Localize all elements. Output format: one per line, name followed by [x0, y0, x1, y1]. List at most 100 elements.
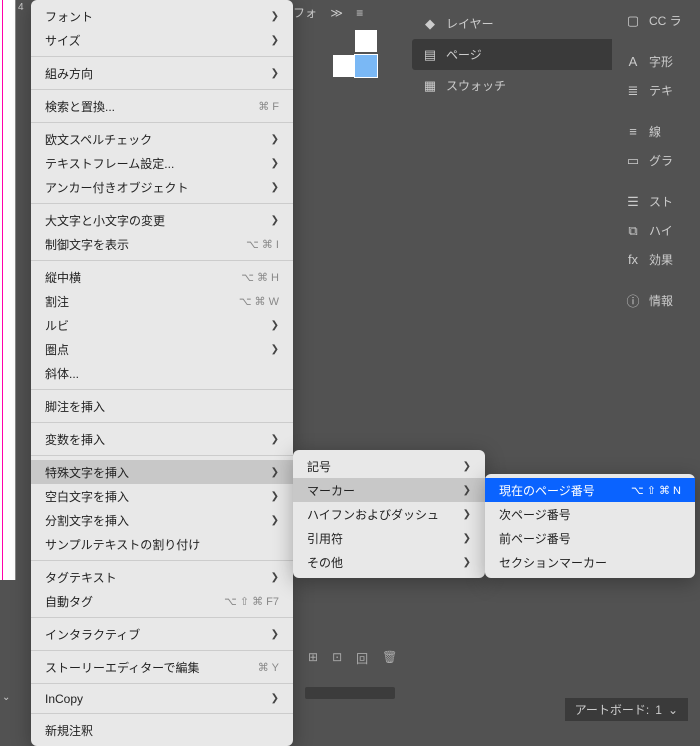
menu-item[interactable]: 空白文字を挿入❯	[31, 484, 293, 508]
chevron-right-icon: ❯	[271, 215, 279, 226]
menu-item[interactable]: 脚注を挿入	[31, 394, 293, 418]
panel-tab[interactable]: ▦ スウォッチ	[412, 70, 612, 101]
panel-label: レイヤー	[446, 15, 494, 32]
menu-item[interactable]: 大文字と小文字の変更❯	[31, 208, 293, 232]
panel-label: スウォッチ	[446, 77, 506, 94]
menu-item[interactable]: 現在のページ番号⌥ ⇧ ⌘ N	[485, 478, 695, 502]
panel-tab[interactable]: ⧉ハイ	[617, 216, 700, 245]
bottom-scrollbar[interactable]	[305, 687, 395, 699]
panel-tab[interactable]: A字形	[617, 47, 700, 76]
menu-item-label: 圏点	[45, 341, 265, 358]
menu-item[interactable]: 検索と置換...⌘ F	[31, 94, 293, 118]
menu-item[interactable]: InCopy ❯	[31, 688, 293, 709]
menu-item[interactable]: インタラクティブ❯	[31, 622, 293, 646]
submenu-markers[interactable]: 現在のページ番号⌥ ⇧ ⌘ N次ページ番号前ページ番号セクションマーカー	[485, 474, 695, 578]
menu-item-label: 記号	[307, 458, 457, 475]
chevron-right-icon: ❯	[271, 515, 279, 526]
menu-shortcut: ⌥ ⇧ ⌘ F7	[224, 595, 279, 608]
dropdown-caret[interactable]: ⌄	[2, 692, 10, 703]
chevron-right-icon: ❯	[271, 572, 279, 583]
menu-item-label: InCopy	[45, 692, 265, 706]
panel-list-left: ◆レイヤー▤ページ ▦ スウォッチ	[412, 8, 612, 101]
menu-item[interactable]: フォント❯	[31, 4, 293, 28]
menu-item[interactable]: 自動タグ⌥ ⇧ ⌘ F7	[31, 589, 293, 613]
menu-item-label: 新規注釈	[45, 722, 279, 739]
panel-tab[interactable]: ◆レイヤー	[412, 8, 612, 39]
menu-item[interactable]: 次ページ番号	[485, 502, 695, 526]
menu-shortcut: ⌥ ⇧ ⌘ N	[631, 484, 681, 497]
chevron-right-icon: ❯	[271, 693, 279, 704]
panel-tab[interactable]: ▤ページ	[412, 39, 612, 70]
panel-tab[interactable]: ▢CC ラ	[617, 6, 700, 35]
menu-item[interactable]: 分割文字を挿入❯	[31, 508, 293, 532]
menu-item-label: セクションマーカー	[499, 554, 681, 571]
menu-item[interactable]: 特殊文字を挿入❯	[31, 460, 293, 484]
panel-label: ページ	[446, 46, 482, 63]
toolbar-icon[interactable]: 🗑	[382, 650, 397, 667]
chevron-right-icon: ❯	[271, 11, 279, 22]
menu-item[interactable]: 圏点 ❯	[31, 337, 293, 361]
submenu-special-chars[interactable]: 記号❯マーカー❯ハイフンおよびダッシュ❯引用符❯その他❯	[293, 450, 485, 578]
menu-separator	[31, 455, 293, 456]
menu-shortcut: ⌥ ⌘ I	[246, 238, 279, 251]
menu-item[interactable]: 斜体...	[31, 361, 293, 385]
menu-item[interactable]: セクションマーカー	[485, 550, 695, 574]
menu-item[interactable]: サイズ❯	[31, 28, 293, 52]
menu-item[interactable]: 欧文スペルチェック❯	[31, 127, 293, 151]
chevron-right-icon: ❯	[463, 557, 471, 568]
panel-label: CC ラ	[649, 12, 682, 29]
panel-tab[interactable]: ≡線	[617, 117, 700, 146]
panel-tab[interactable]: ☰スト	[617, 187, 700, 216]
menu-item-label: サンプルテキストの割り付け	[45, 536, 279, 553]
menu-item[interactable]: 記号 ❯	[293, 454, 485, 478]
fx-icon: fx	[625, 252, 641, 268]
chevron-right-icon: ❯	[463, 461, 471, 472]
menu-item-label: 変数を挿入	[45, 431, 265, 448]
menu-item-label: 割注	[45, 293, 239, 310]
chevron-right-icon: ❯	[271, 344, 279, 355]
context-menu-type[interactable]: フォント❯サイズ❯ 組み方向❯ 検索と置換...⌘ F 欧文スペルチェック❯テキストフ…	[31, 0, 293, 746]
bottom-toolbar[interactable]: ⊞ ⊡ 回 🗑	[308, 650, 397, 667]
artboard-indicator[interactable]: アートボード: 1 ⌄	[565, 698, 688, 721]
panel-tab[interactable]: fx効果	[617, 245, 700, 274]
menu-item[interactable]: マーカー ❯	[293, 478, 485, 502]
menu-item[interactable]: 縦中横⌥ ⌘ H	[31, 265, 293, 289]
panel-tab[interactable]: ▭グラ	[617, 146, 700, 175]
menu-item[interactable]: タグテキスト❯	[31, 565, 293, 589]
menu-item[interactable]: 変数を挿入❯	[31, 427, 293, 451]
panel-tab[interactable]: ≣ テキ	[617, 76, 700, 105]
menu-item[interactable]: アンカー付きオブジェクト❯	[31, 175, 293, 199]
toolbar-icon[interactable]: 回	[356, 650, 368, 667]
menu-item[interactable]: サンプルテキストの割り付け	[31, 532, 293, 556]
panel-label: グラ	[649, 152, 673, 169]
menu-item[interactable]: 新規注釈	[31, 718, 293, 742]
toolbar-icon[interactable]: ⊡	[332, 650, 342, 667]
panel-tab[interactable]: ⓘ情報	[617, 286, 700, 315]
menu-item[interactable]: テキストフレーム設定...❯	[31, 151, 293, 175]
text-icon: ≣	[625, 83, 641, 99]
chevron-right-icon: ❯	[463, 485, 471, 496]
menu-item[interactable]: 制御文字を表示⌥ ⌘ I	[31, 232, 293, 256]
menu-item[interactable]: 組み方向❯	[31, 61, 293, 85]
menu-item[interactable]: ストーリーエディターで編集⌘ Y	[31, 655, 293, 679]
menu-item-label: ハイフンおよびダッシュ	[307, 506, 457, 523]
panel-label: ハイ	[649, 222, 673, 239]
menu-item-label: ストーリーエディターで編集	[45, 659, 258, 676]
toolbar-icon[interactable]: ⊞	[308, 650, 318, 667]
menu-item[interactable]: 割注⌥ ⌘ W	[31, 289, 293, 313]
menu-item[interactable]: ハイフンおよびダッシュ❯	[293, 502, 485, 526]
A-icon: A	[625, 54, 641, 70]
menu-item[interactable]: ルビ❯	[31, 313, 293, 337]
menu-item[interactable]: 前ページ番号	[485, 526, 695, 550]
panel-label: テキ	[649, 82, 673, 99]
menu-item[interactable]: 引用符❯	[293, 526, 485, 550]
menu-item[interactable]: その他❯	[293, 550, 485, 574]
color-swatches[interactable]	[333, 30, 377, 80]
menu-item-label: 現在のページ番号	[499, 482, 631, 499]
menu-separator	[31, 713, 293, 714]
menu-item-label: マーカー	[307, 482, 457, 499]
swatch-icon: ▦	[422, 78, 438, 94]
panel-label: 情報	[649, 292, 673, 309]
chevron-right-icon: ❯	[271, 467, 279, 478]
menu-item-label: 縦中横	[45, 269, 241, 286]
